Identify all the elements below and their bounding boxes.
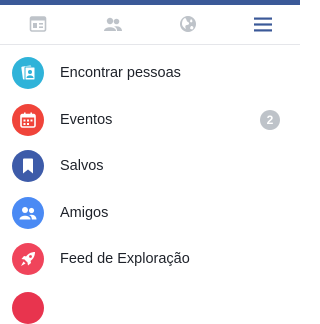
menu-item-explore-feed[interactable]: Feed de Exploração <box>0 236 300 283</box>
bookmark-icon <box>12 150 44 183</box>
menu-item-label: Eventos <box>60 111 113 128</box>
menu-item-label: Salvos <box>60 158 104 175</box>
menu-item-events[interactable]: Eventos 2 <box>0 97 300 144</box>
tab-bar <box>0 5 300 43</box>
hamburger-menu-icon <box>253 17 272 31</box>
menu-item-friends[interactable]: Amigos <box>0 190 300 237</box>
menu-list: Encontrar pessoas Eventos 2 Salvos Amigo… <box>0 50 300 283</box>
events-count-badge: 2 <box>260 109 280 130</box>
menu-item-label: Amigos <box>60 204 109 221</box>
globe-icon <box>179 16 196 32</box>
partial-menu-item-icon[interactable] <box>12 292 44 324</box>
news-feed-icon <box>29 16 46 32</box>
rocket-icon <box>12 243 44 276</box>
tab-menu[interactable] <box>225 5 300 43</box>
menu-item-label: Feed de Exploração <box>60 251 190 268</box>
friends-icon <box>12 196 44 229</box>
calendar-icon <box>12 103 44 136</box>
menu-item-label: Encontrar pessoas <box>60 65 181 82</box>
tab-news-feed[interactable] <box>0 5 75 43</box>
find-people-icon <box>12 57 44 90</box>
menu-item-find-people[interactable]: Encontrar pessoas <box>0 50 300 97</box>
friends-icon <box>103 17 122 31</box>
tab-friends[interactable] <box>75 5 150 43</box>
tab-globe[interactable] <box>150 5 225 43</box>
menu-item-saved[interactable]: Salvos <box>0 143 300 190</box>
tab-bar-divider <box>0 44 300 45</box>
